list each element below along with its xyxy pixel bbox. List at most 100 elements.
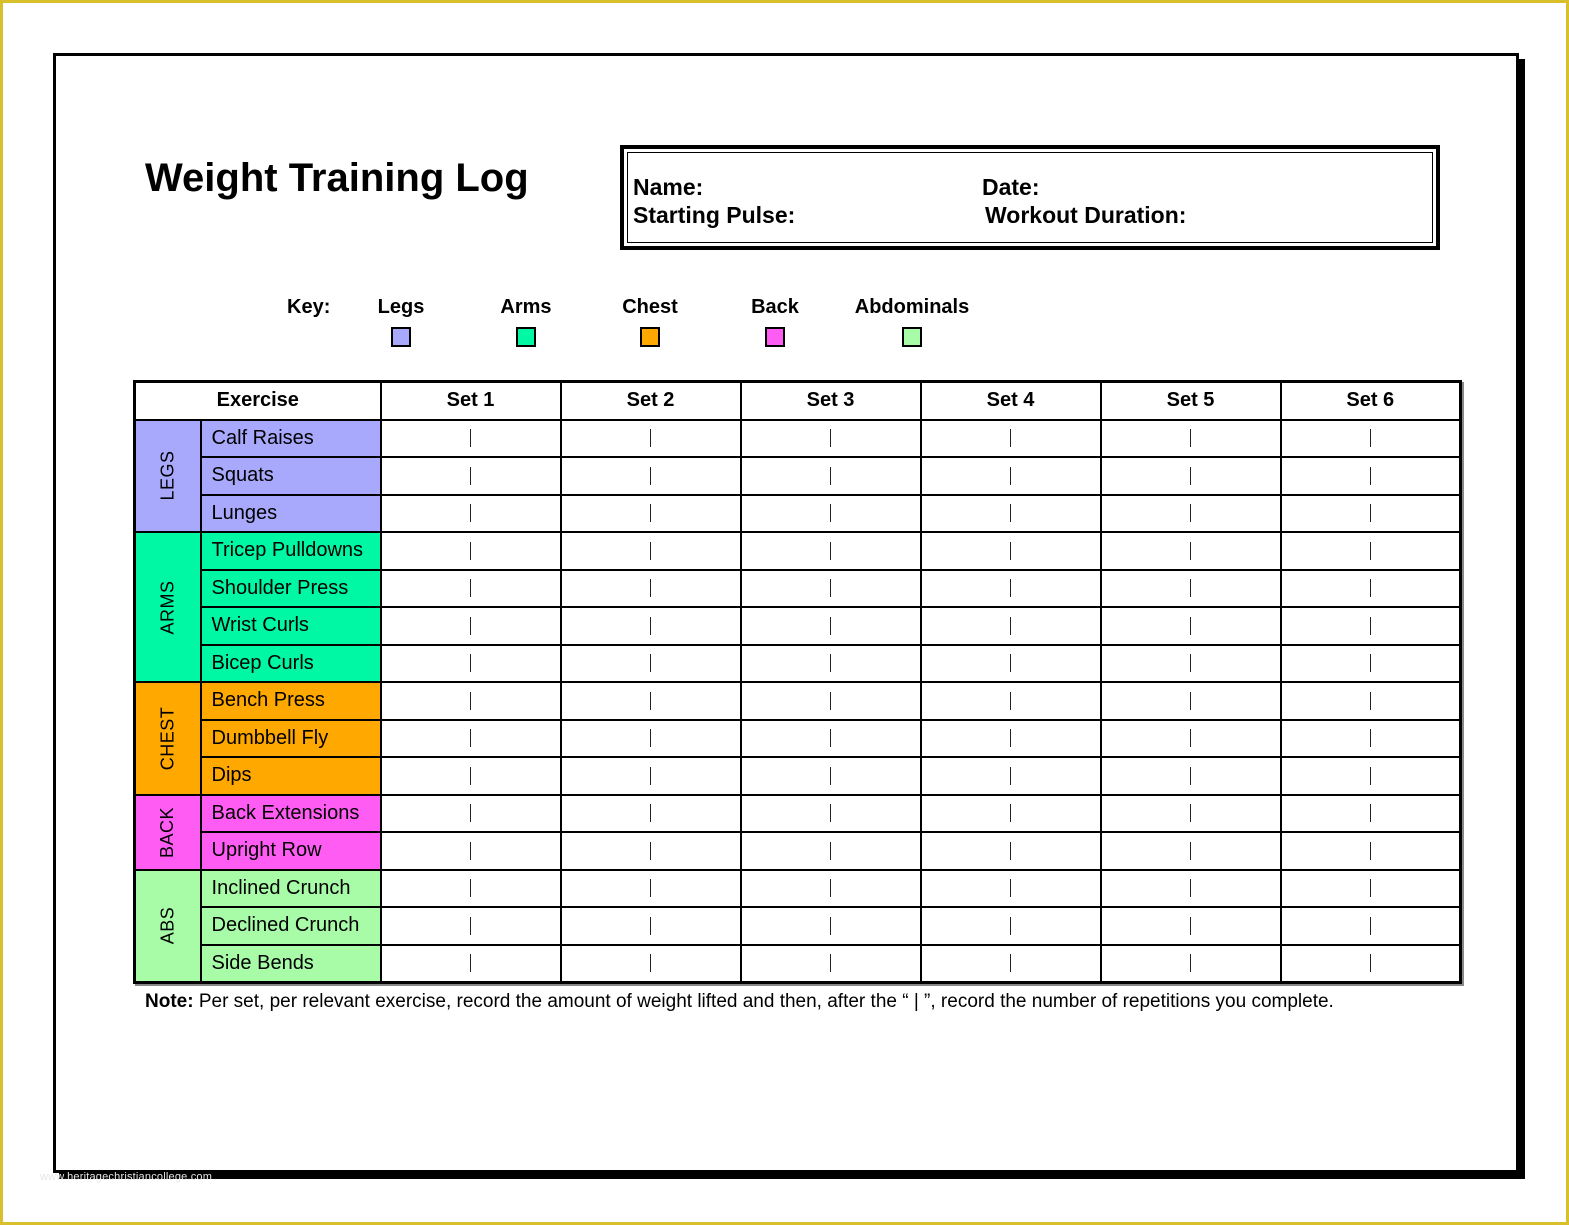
set-entry-cell[interactable] [379,943,562,984]
set-entry-cell[interactable] [379,793,562,833]
set-entry-cell[interactable] [739,606,922,646]
set-entry-cell[interactable] [1099,793,1282,833]
set-entry-cell[interactable] [559,831,742,871]
set-entry-cell[interactable] [739,718,922,758]
starting-pulse-field-label[interactable]: Starting Pulse: [633,202,795,229]
set-entry-cell[interactable] [739,868,922,908]
set-entry-cell[interactable] [1279,418,1462,458]
set-entry-cell[interactable] [379,531,562,571]
set-entry-cell[interactable] [1279,456,1462,496]
set-entry-cell[interactable] [1279,831,1462,871]
set-entry-cell[interactable] [379,606,562,646]
set-entry-cell[interactable] [1279,943,1462,984]
set-entry-cell[interactable] [559,568,742,608]
set-entry-cell[interactable] [379,643,562,683]
set-entry-cell[interactable] [919,456,1102,496]
set-entry-cell[interactable] [739,568,922,608]
date-field-label[interactable]: Date: [982,174,1040,201]
set-entry-cell[interactable] [919,831,1102,871]
set-entry-cell[interactable] [1279,756,1462,796]
set-entry-cell[interactable] [1099,718,1282,758]
set-entry-cell[interactable] [559,943,742,984]
set-entry-cell[interactable] [919,568,1102,608]
set-entry-cell[interactable] [1099,868,1282,908]
set-entry-cell[interactable] [559,606,742,646]
set-entry-cell[interactable] [739,418,922,458]
set-entry-cell[interactable] [919,418,1102,458]
set-entry-cell[interactable] [1099,568,1282,608]
weight-reps-separator [470,729,472,748]
set-entry-cell[interactable] [1099,643,1282,683]
set-entry-cell[interactable] [559,868,742,908]
set-entry-cell[interactable] [379,456,562,496]
set-entry-cell[interactable] [1099,943,1282,984]
set-entry-cell[interactable] [1279,568,1462,608]
set-entry-cell[interactable] [919,681,1102,721]
set-entry-cell[interactable] [739,493,922,533]
set-entry-cell[interactable] [379,906,562,946]
set-entry-cell[interactable] [739,456,922,496]
set-entry-cell[interactable] [379,718,562,758]
set-entry-cell[interactable] [739,681,922,721]
set-entry-cell[interactable] [1279,868,1462,908]
set-entry-cell[interactable] [1099,906,1282,946]
set-entry-cell[interactable] [379,568,562,608]
set-entry-cell[interactable] [1099,831,1282,871]
workout-duration-field-label[interactable]: Workout Duration: [985,202,1186,229]
set-entry-cell[interactable] [1279,906,1462,946]
set-entry-cell[interactable] [559,718,742,758]
set-entry-cell[interactable] [559,793,742,833]
set-entry-cell[interactable] [379,868,562,908]
set-entry-cell[interactable] [559,906,742,946]
name-field-label[interactable]: Name: [633,174,703,201]
set-entry-cell[interactable] [1279,493,1462,533]
set-entry-cell[interactable] [559,456,742,496]
set-entry-cell[interactable] [1099,681,1282,721]
set-entry-cell[interactable] [919,906,1102,946]
set-entry-cell[interactable] [559,643,742,683]
set-entry-cell[interactable] [559,493,742,533]
set-entry-cell[interactable] [919,606,1102,646]
set-entry-cell[interactable] [1279,718,1462,758]
set-entry-cell[interactable] [739,831,922,871]
set-entry-cell[interactable] [1279,531,1462,571]
set-entry-cell[interactable] [739,793,922,833]
set-entry-cell[interactable] [1099,456,1282,496]
set-entry-cell[interactable] [739,943,922,984]
set-entry-cell[interactable] [919,718,1102,758]
set-entry-cell[interactable] [559,531,742,571]
set-entry-cell[interactable] [919,643,1102,683]
set-entry-cell[interactable] [559,681,742,721]
set-entry-cell[interactable] [919,531,1102,571]
set-entry-cell[interactable] [1279,681,1462,721]
set-entry-cell[interactable] [1279,793,1462,833]
set-entry-cell[interactable] [1279,643,1462,683]
set-entry-cell[interactable] [739,531,922,571]
set-entry-cell[interactable] [379,493,562,533]
set-entry-cell[interactable] [379,418,562,458]
footnote: Note: Per set, per relevant exercise, re… [145,991,1334,1013]
set-entry-cell[interactable] [919,493,1102,533]
set-entry-cell[interactable] [739,643,922,683]
set-entry-cell[interactable] [919,943,1102,984]
set-entry-cell[interactable] [739,906,922,946]
set-entry-cell[interactable] [559,418,742,458]
set-entry-cell[interactable] [919,793,1102,833]
weight-reps-separator [650,541,652,560]
group-abs: ABS [133,868,202,984]
set-entry-cell[interactable] [1099,418,1282,458]
set-entry-cell[interactable] [1099,756,1282,796]
set-entry-cell[interactable] [1279,606,1462,646]
set-entry-cell[interactable] [559,756,742,796]
key-item-label: Back [751,296,799,318]
set-entry-cell[interactable] [919,868,1102,908]
set-header: Set 1 [379,380,562,421]
set-entry-cell[interactable] [919,756,1102,796]
set-entry-cell[interactable] [1099,493,1282,533]
set-entry-cell[interactable] [379,831,562,871]
set-entry-cell[interactable] [1099,531,1282,571]
set-entry-cell[interactable] [379,681,562,721]
set-entry-cell[interactable] [739,756,922,796]
set-entry-cell[interactable] [1099,606,1282,646]
set-entry-cell[interactable] [379,756,562,796]
